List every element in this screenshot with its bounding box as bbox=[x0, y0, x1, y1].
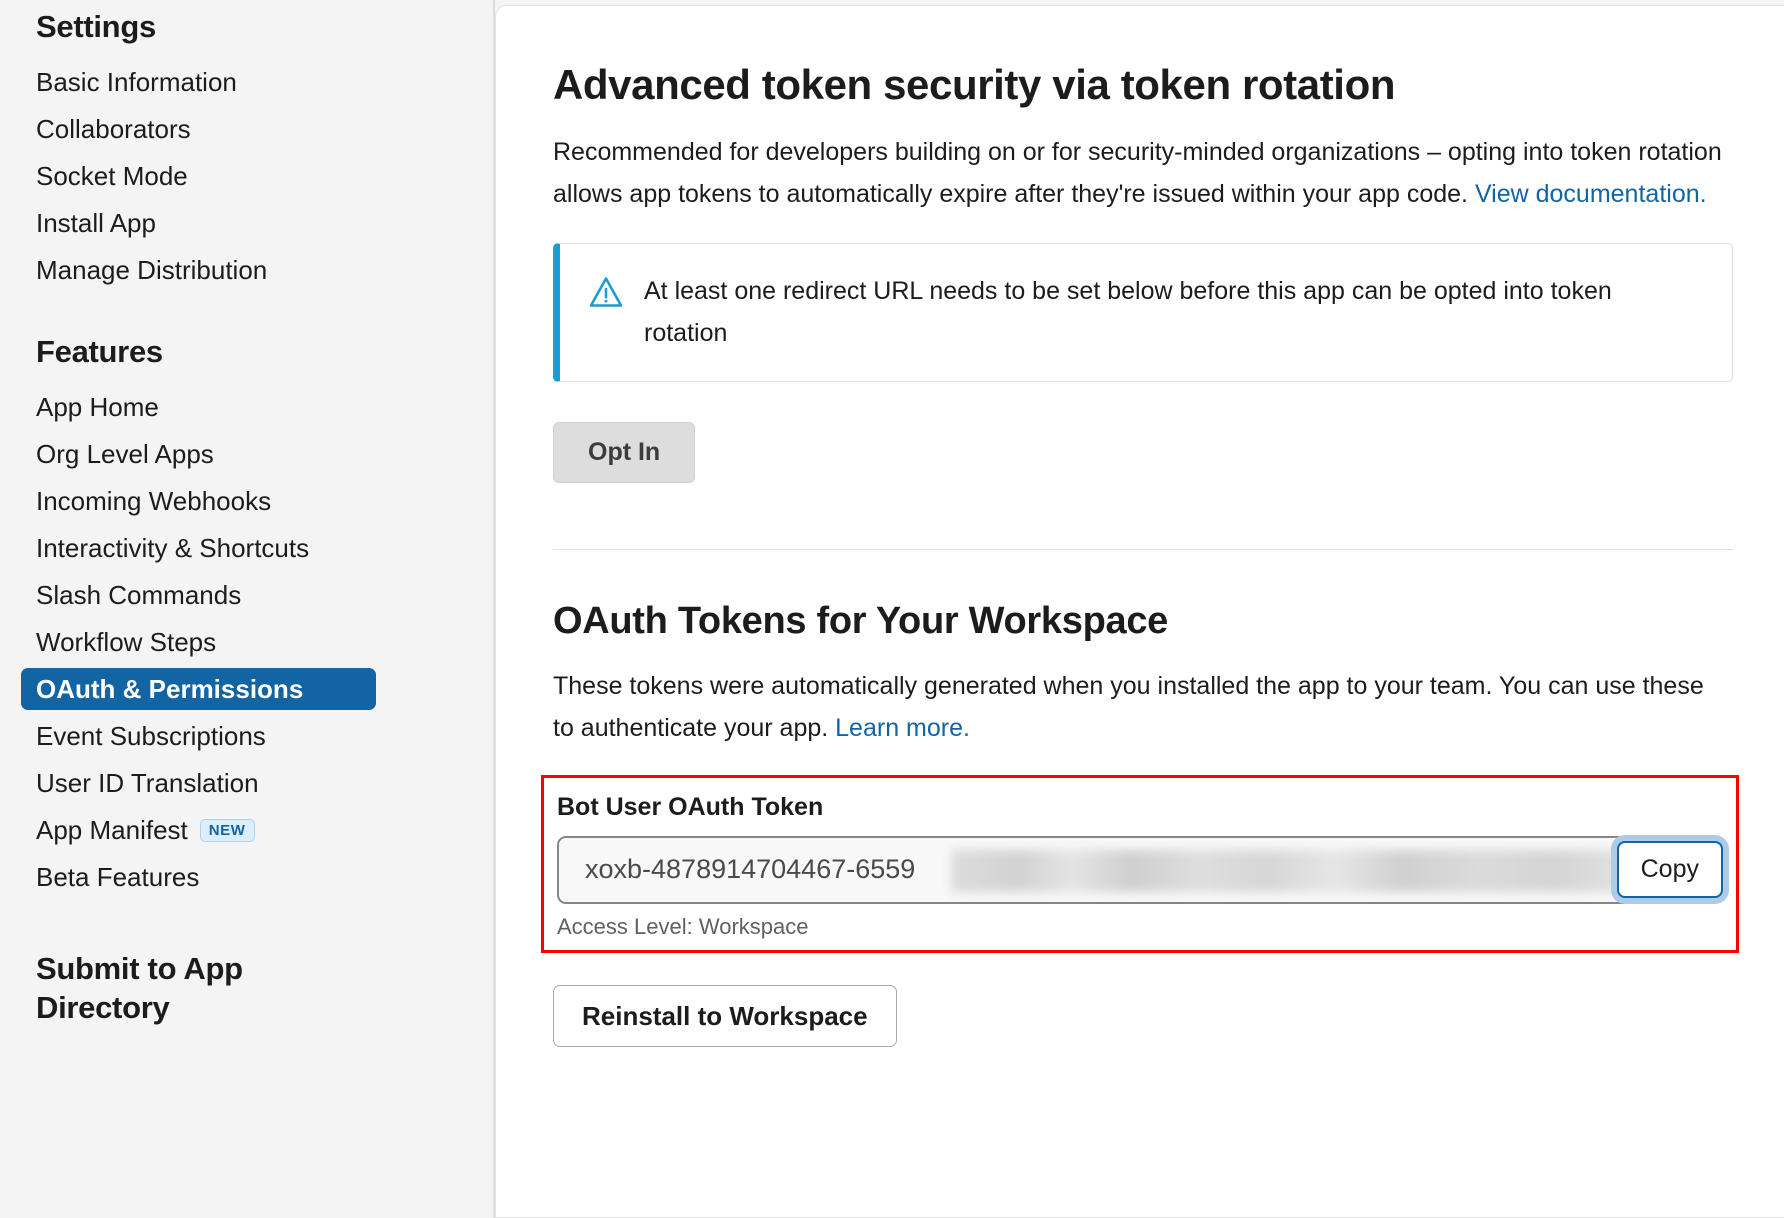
sidebar-item-interactivity-shortcuts[interactable]: Interactivity & Shortcuts bbox=[36, 527, 376, 569]
sidebar-group-features: App Home Org Level Apps Incoming Webhook… bbox=[21, 386, 493, 898]
sidebar-item-app-manifest[interactable]: App Manifest NEW bbox=[36, 809, 376, 851]
sidebar-heading-features: Features bbox=[36, 334, 163, 370]
sidebar-item-label: Manage Distribution bbox=[36, 255, 268, 286]
content-card: Advanced token security via token rotati… bbox=[495, 5, 1784, 1218]
sidebar-item-label: Basic Information bbox=[36, 67, 237, 98]
access-level-text: Access Level: Workspace bbox=[557, 913, 809, 939]
sidebar-item-org-level-apps[interactable]: Org Level Apps bbox=[36, 433, 376, 475]
warning-triangle-icon bbox=[588, 275, 624, 314]
settings-page: Settings Basic Information Collaborators… bbox=[0, 0, 1784, 1218]
bot-token-highlight-box: Bot User OAuth Token xoxb-4878914704467-… bbox=[541, 774, 1739, 953]
opt-in-button[interactable]: Opt In bbox=[553, 421, 696, 483]
sidebar-item-incoming-webhooks[interactable]: Incoming Webhooks bbox=[36, 480, 376, 522]
sidebar-item-label: Beta Features bbox=[36, 862, 200, 893]
sidebar-item-label: Interactivity & Shortcuts bbox=[36, 533, 310, 564]
new-badge: NEW bbox=[199, 818, 255, 842]
learn-more-link[interactable]: Learn more. bbox=[835, 714, 970, 742]
reinstall-to-workspace-button[interactable]: Reinstall to Workspace bbox=[553, 984, 897, 1047]
section-divider bbox=[553, 548, 1733, 550]
sidebar-item-user-id-translation[interactable]: User ID Translation bbox=[36, 762, 376, 804]
bot-token-label: Bot User OAuth Token bbox=[557, 792, 824, 821]
sidebar-item-slash-commands[interactable]: Slash Commands bbox=[36, 574, 376, 616]
sidebar-item-workflow-steps[interactable]: Workflow Steps bbox=[36, 621, 376, 663]
main-content-wrapper: Advanced token security via token rotati… bbox=[495, 0, 1784, 1218]
sidebar-item-label: Incoming Webhooks bbox=[36, 486, 272, 517]
oauth-tokens-title: OAuth Tokens for Your Workspace bbox=[553, 599, 1168, 642]
redirect-url-warning-alert: At least one redirect URL needs to be se… bbox=[553, 243, 1733, 382]
sidebar-item-event-subscriptions[interactable]: Event Subscriptions bbox=[36, 715, 376, 757]
token-rotation-description: Recommended for developers building on o… bbox=[553, 131, 1723, 215]
sidebar-item-label: Collaborators bbox=[36, 114, 191, 145]
oauth-tokens-description: These tokens were automatically generate… bbox=[553, 665, 1723, 749]
sidebar-item-label: User ID Translation bbox=[36, 768, 259, 799]
sidebar-item-label: Workflow Steps bbox=[36, 627, 217, 658]
bot-token-row: xoxb-4878914704467-6559 Copy bbox=[557, 835, 1723, 904]
sidebar-item-basic-information[interactable]: Basic Information bbox=[36, 61, 376, 103]
view-documentation-link[interactable]: View documentation. bbox=[1475, 180, 1707, 208]
sidebar-item-oauth-permissions[interactable]: OAuth & Permissions bbox=[21, 668, 376, 711]
warning-alert-message: At least one redirect URL needs to be se… bbox=[644, 277, 1612, 347]
sidebar-item-label: Event Subscriptions bbox=[36, 721, 266, 752]
copy-token-button[interactable]: Copy bbox=[1616, 841, 1723, 899]
sidebar-item-label: OAuth & Permissions bbox=[36, 674, 304, 705]
sidebar-item-manage-distribution[interactable]: Manage Distribution bbox=[36, 249, 376, 291]
sidebar-heading-submit-to-app-directory: Submit to App Directory bbox=[36, 951, 243, 1025]
sidebar-item-install-app[interactable]: Install App bbox=[36, 202, 376, 244]
bot-token-input[interactable]: xoxb-4878914704467-6559 bbox=[557, 835, 1720, 904]
bot-token-value: xoxb-4878914704467-6559 bbox=[585, 854, 916, 885]
sidebar-item-beta-features[interactable]: Beta Features bbox=[36, 856, 376, 898]
sidebar-group-settings: Basic Information Collaborators Socket M… bbox=[36, 61, 493, 291]
sidebar-item-app-home[interactable]: App Home bbox=[36, 386, 376, 428]
oauth-tokens-description-text: These tokens were automatically generate… bbox=[553, 671, 1704, 742]
sidebar-item-collaborators[interactable]: Collaborators bbox=[36, 108, 376, 150]
sidebar-item-label: App Manifest bbox=[36, 815, 188, 846]
sidebar-item-label: Install App bbox=[36, 208, 156, 239]
page-title: Advanced token security via token rotati… bbox=[553, 61, 1396, 108]
sidebar: Settings Basic Information Collaborators… bbox=[0, 0, 495, 1218]
sidebar-item-socket-mode[interactable]: Socket Mode bbox=[36, 155, 376, 197]
sidebar-item-label: App Home bbox=[36, 392, 159, 423]
redacted-token-overlay bbox=[951, 849, 1704, 892]
sidebar-item-label: Socket Mode bbox=[36, 161, 188, 192]
sidebar-item-label: Org Level Apps bbox=[36, 439, 214, 470]
sidebar-item-label: Slash Commands bbox=[36, 580, 242, 611]
sidebar-heading-settings: Settings bbox=[36, 9, 156, 44]
